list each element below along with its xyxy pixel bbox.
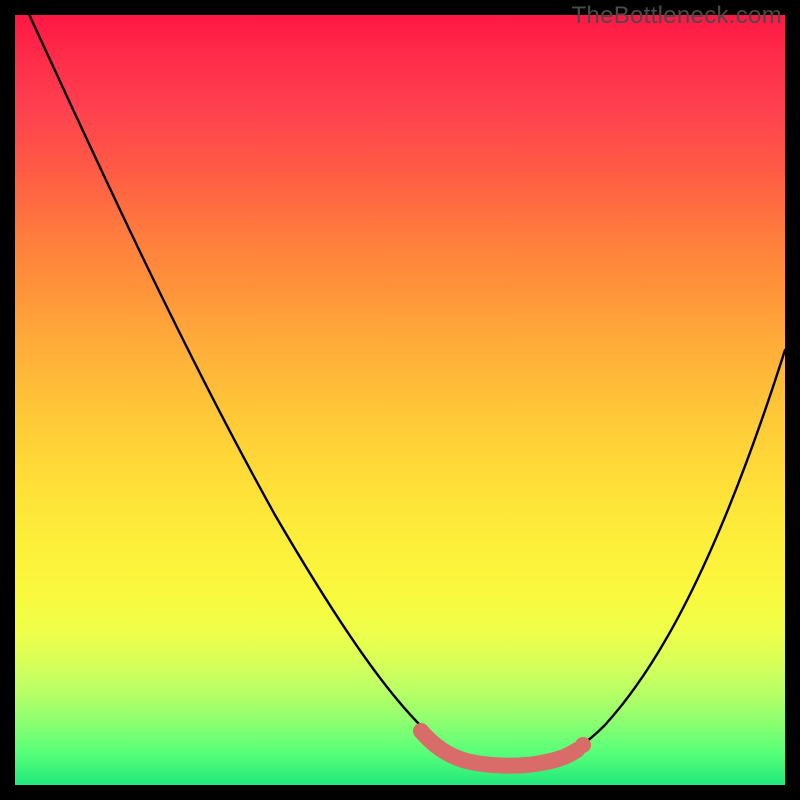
valley-highlight xyxy=(421,731,577,766)
highlight-end-dot xyxy=(575,737,591,753)
chart-curves xyxy=(15,15,785,785)
right-curve-line xyxy=(540,350,785,762)
watermark-text: TheBottleneck.com xyxy=(571,2,782,30)
chart-plot-area xyxy=(15,15,785,785)
left-curve-line xyxy=(27,15,485,762)
